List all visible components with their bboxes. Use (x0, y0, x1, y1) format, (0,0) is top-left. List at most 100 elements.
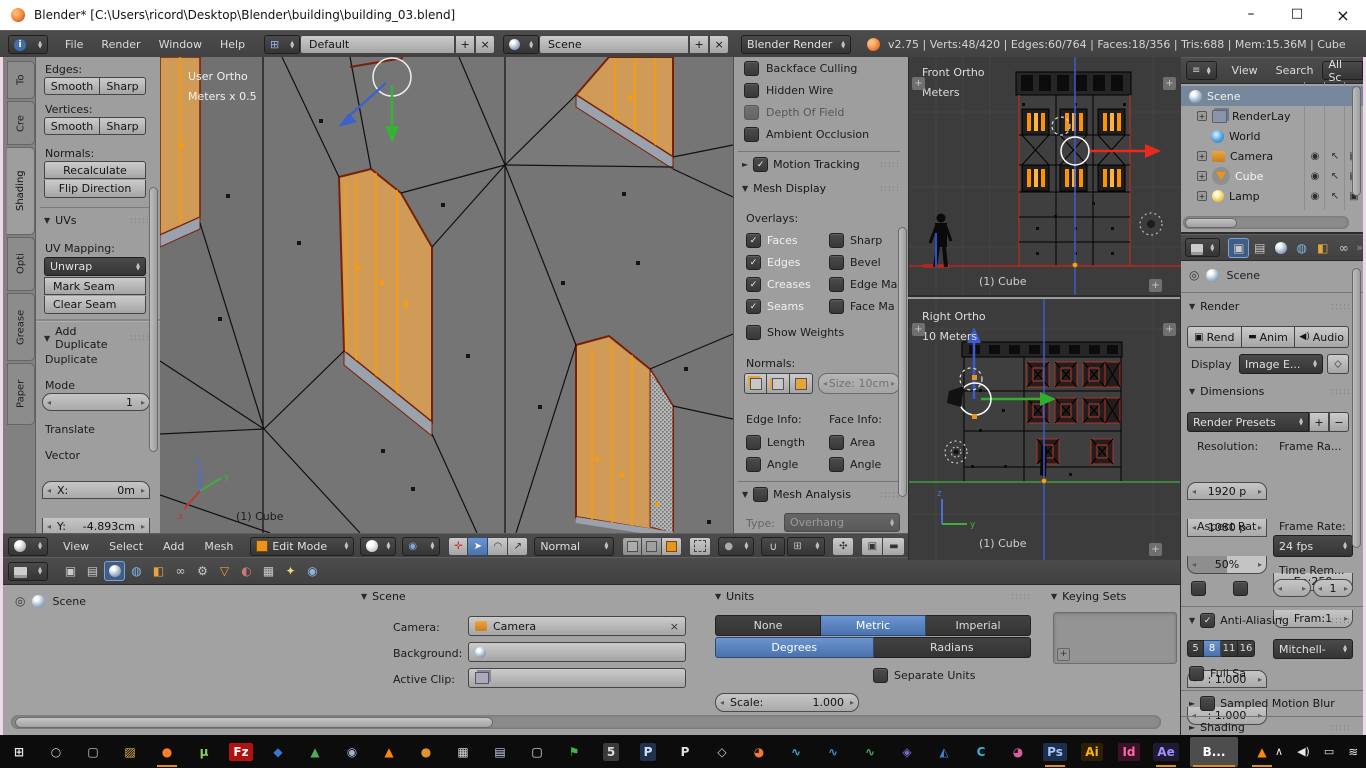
tool-shelf-scrollbar[interactable] (149, 187, 158, 452)
selectability-cursor-icon[interactable]: ↖ (1325, 191, 1345, 202)
selectability-cursor-icon[interactable]: ↖ (1325, 171, 1345, 182)
resolution-percentage-slider[interactable]: 50% (1187, 556, 1267, 574)
edges-sharp-button[interactable]: Sharp (99, 77, 146, 95)
tab-grease[interactable]: Grease (7, 293, 35, 361)
taskbar-app-button[interactable]: Fz (228, 737, 254, 767)
menu-render[interactable]: Render (92, 38, 149, 51)
render-audio-button[interactable]: ◀) Audio (1294, 326, 1350, 348)
tab-shading-uvs[interactable]: Shading (7, 147, 35, 235)
display-lock-button[interactable]: ⬦ (1327, 354, 1349, 374)
editor-type-button[interactable] (8, 561, 48, 581)
dimensions-panel-header[interactable]: ▼ Dimensions ::::: (1189, 385, 1351, 398)
units-radians-button[interactable]: Radians (873, 637, 1031, 658)
menu-search[interactable]: Search (1267, 64, 1323, 77)
sampled-motion-blur-panel-header[interactable]: ► Sampled Motion Blur (1189, 696, 1351, 711)
render-panel-header[interactable]: ▼ Render ::::: (1189, 300, 1351, 313)
taskbar-app-button[interactable]: ▢ (80, 737, 106, 767)
overlay-face-marks-checkbox[interactable] (829, 299, 844, 314)
render-animation-button[interactable]: ▬ Anim (1240, 326, 1295, 348)
maximize-button[interactable]: □ (1274, 6, 1320, 25)
menu-file[interactable]: File (56, 38, 92, 51)
background-field[interactable] (468, 642, 686, 662)
preset-remove-button[interactable]: − (1329, 412, 1349, 432)
menu-mesh[interactable]: Mesh (195, 540, 242, 553)
manipulator-toggle-button[interactable]: ✛ (448, 536, 469, 556)
rotate-manipulator-button[interactable]: ◠ (488, 536, 509, 556)
clear-icon[interactable]: × (670, 620, 679, 633)
shading-panel-header[interactable]: ► Shading ::::: (1189, 721, 1351, 734)
panel-grip[interactable]: ::::: (880, 184, 900, 194)
outliner-row-world[interactable]: World (1181, 126, 1349, 146)
editor-type-button[interactable] (8, 536, 48, 556)
taskbar-app-button[interactable]: ▲ (1249, 737, 1275, 767)
properties-scrollbar[interactable] (1352, 268, 1361, 548)
visibility-eye-icon[interactable]: ◉ (1305, 151, 1325, 162)
display-mode-select[interactable]: Image E... (1239, 354, 1323, 374)
outliner-scrollbar[interactable] (1352, 86, 1361, 196)
menu-view[interactable]: View (54, 540, 98, 553)
overlay-faces-checkbox[interactable] (746, 233, 761, 248)
region-expand-button[interactable]: + (912, 77, 925, 90)
add-duplicate-panel-header[interactable]: ▼ Add Duplicate ::::: (44, 325, 150, 351)
resolution-x-field[interactable]: 1920 p (1187, 482, 1267, 500)
opengl-render-image-button[interactable]: ▣ (861, 536, 884, 556)
overlay-seams-checkbox[interactable] (746, 299, 761, 314)
mode-select[interactable]: Edit Mode (250, 536, 355, 556)
tab-world[interactable]: ◍ (1291, 238, 1312, 258)
panel-grip[interactable]: ::::: (1011, 592, 1031, 602)
taskbar-app-button[interactable]: ◕ (1005, 737, 1031, 767)
preset-add-button[interactable]: + (1309, 412, 1329, 432)
tab-scene[interactable] (104, 561, 125, 581)
aa-samples-5-button[interactable]: 5 (1187, 640, 1204, 657)
outliner-h-scrollbar-thumb[interactable] (1185, 217, 1237, 228)
face-normals-toggle[interactable] (790, 373, 813, 394)
pin-icon[interactable]: ◎ (15, 594, 25, 608)
recalculate-button[interactable]: Recalculate (44, 161, 146, 179)
outliner-row-renderlayers[interactable]: + RenderLay (1181, 106, 1349, 126)
mesh-display-panel-header[interactable]: ▼ Mesh Display ::::: (742, 182, 900, 195)
taskbar-app-button[interactable]: ◈ (894, 737, 920, 767)
clear-seam-button[interactable]: Clear Seam (44, 296, 146, 314)
taskbar-app-button[interactable]: µ (191, 737, 217, 767)
edge-select-mode-button[interactable] (642, 536, 663, 556)
active-clip-field[interactable] (468, 668, 686, 688)
loose-edge-normals-toggle[interactable] (767, 373, 790, 394)
expand-icon[interactable]: + (1197, 171, 1207, 181)
tray-volume-icon[interactable]: ◀) (1297, 745, 1310, 758)
aa-samples-11-button[interactable]: 11 (1221, 640, 1238, 657)
panel-grip[interactable]: ::::: (880, 160, 900, 170)
outliner-row-cube[interactable]: + Cube ◉ ↖ ▣ (1181, 166, 1363, 186)
taskbar-app-button[interactable]: ⚑ (561, 737, 587, 767)
tray-chevron-icon[interactable]: ∧ (1275, 745, 1283, 758)
panel-grip[interactable]: ::::: (130, 216, 150, 226)
layout-add-button[interactable]: + (455, 35, 476, 54)
taskbar-app-button[interactable]: Ps (1042, 737, 1068, 767)
overlay-edge-marks-checkbox[interactable] (829, 277, 844, 292)
translate-manipulator-button[interactable]: ➤ (468, 536, 489, 556)
vertices-smooth-button[interactable]: Smooth (44, 117, 99, 135)
frame-rate-select[interactable]: 24 fps (1273, 535, 1353, 557)
viewport-front-ortho[interactable]: Front Ortho Meters (1) Cube + + + (908, 57, 1181, 297)
expand-icon[interactable]: + (1197, 191, 1207, 201)
menu-help[interactable]: Help (211, 38, 254, 51)
expand-icon[interactable]: + (1197, 151, 1207, 161)
normals-size-field[interactable]: Size: 10cm (818, 373, 900, 394)
taskbar-app-button[interactable]: ● (154, 737, 180, 767)
mark-seam-button[interactable]: Mark Seam (44, 277, 146, 295)
editor-type-button[interactable]: i (8, 35, 48, 54)
taskbar-app-button[interactable]: ∿ (857, 737, 883, 767)
flip-direction-button[interactable]: Flip Direction (44, 180, 146, 198)
overlay-bevel-checkbox[interactable] (829, 255, 844, 270)
render-presets-select[interactable]: Render Presets (1187, 412, 1309, 432)
panel-grip[interactable]: ::::: (1331, 302, 1351, 312)
mesh-analysis-panel-header[interactable]: ▼ Mesh Analysis ::::: (742, 487, 900, 502)
panel-grip[interactable]: ::::: (1331, 616, 1351, 626)
camera-field[interactable]: Camera × (468, 616, 686, 636)
taskbar-app-button[interactable]: ◭ (931, 737, 957, 767)
expand-icon[interactable]: + (1197, 111, 1207, 121)
taskbar-app-button[interactable]: B... (1190, 736, 1238, 767)
aa-samples-16-button[interactable]: 16 (1238, 640, 1255, 657)
tab-render-layers[interactable]: ▤ (82, 561, 103, 581)
layout-selector-icon-button[interactable]: ⊞ (264, 35, 301, 54)
vertex-select-mode-button[interactable] (622, 536, 643, 556)
